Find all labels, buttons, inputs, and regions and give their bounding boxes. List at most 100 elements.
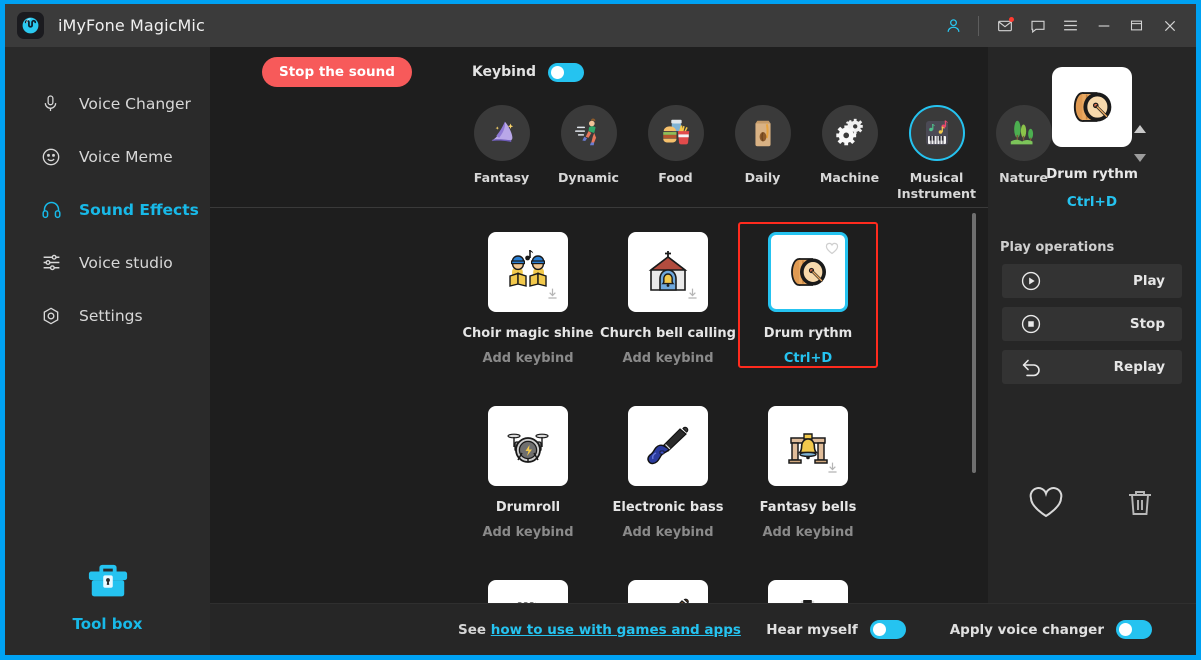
play-button[interactable]: Play (1002, 264, 1182, 298)
gears-icon (821, 105, 878, 161)
sidebar-item-voice-studio[interactable]: Voice studio (5, 236, 210, 289)
toolbox-icon (85, 561, 131, 607)
sidebar: Voice Changer Voice Meme Sound Effects V… (5, 47, 210, 655)
sound-name: Electronic bass (612, 500, 724, 515)
help-prefix: See (458, 621, 491, 638)
category-label: Nature (999, 170, 1048, 185)
category-scroll-arrows (1132, 119, 1148, 167)
play-label: Play (1132, 273, 1165, 289)
sound-card[interactable]: Guitar Add keybind (598, 570, 738, 603)
menu-icon[interactable] (1054, 11, 1087, 41)
hear-myself-label: Hear myself (766, 621, 858, 638)
heart-icon[interactable] (825, 240, 839, 259)
category-label: Musical Instrument (897, 170, 976, 201)
download-icon[interactable] (826, 459, 839, 478)
sound-card[interactable]: Drumroll Add keybind (458, 396, 598, 542)
piano-notes-icon (908, 105, 965, 161)
favorite-icon[interactable] (1028, 487, 1064, 523)
stop-the-sound-button[interactable]: Stop the sound (262, 57, 412, 87)
sound-name: Fantasy bells (759, 500, 857, 515)
keybind-toggle[interactable] (547, 62, 584, 82)
sound-card[interactable]: Grand brass fanfare Add keybind (458, 570, 598, 603)
sidebar-item-sound-effects[interactable]: Sound Effects (5, 183, 210, 236)
category-musical-instrument[interactable]: Musical Instrument (893, 105, 980, 201)
sound-card[interactable]: Church bell calling Add keybind (598, 222, 738, 368)
sound-keybind[interactable]: Add keybind (622, 351, 713, 366)
headphones-icon (41, 199, 67, 220)
category-label: Food (658, 170, 693, 185)
hear-myself-toggle[interactable] (869, 620, 906, 639)
category-label: Daily (744, 170, 781, 185)
category-label: Machine (819, 170, 880, 185)
sound-keybind[interactable]: Add keybind (762, 525, 853, 540)
title-bar: iMyFone MagicMic (5, 4, 1196, 47)
sliders-icon (41, 252, 67, 273)
play-operations-title: Play operations (1000, 240, 1115, 255)
sidebar-item-label: Settings (79, 306, 143, 325)
category-dynamic[interactable]: Dynamic (545, 105, 632, 186)
titlebar-controls (937, 11, 1186, 41)
feedback-icon[interactable] (1021, 11, 1054, 41)
chevron-down-icon[interactable] (1132, 148, 1148, 167)
sound-tile (768, 580, 848, 603)
delete-icon[interactable] (1124, 487, 1156, 523)
sound-name: Choir magic shine (462, 326, 594, 341)
sidebar-item-settings[interactable]: Settings (5, 289, 210, 342)
category-daily[interactable]: Daily (719, 105, 806, 186)
burger-fries-icon (647, 105, 704, 161)
chevron-up-icon[interactable] (1132, 119, 1148, 138)
toolbox-label: Tool box (72, 615, 143, 633)
apply-voice-changer-control: Apply voice changer (950, 620, 1152, 639)
microphone-icon (41, 94, 67, 113)
app-window-frame: iMyFone MagicMic Voice Changer Voice Mem… (0, 0, 1201, 660)
sound-keybind[interactable]: Add keybind (482, 525, 573, 540)
sound-card[interactable]: Choir magic shine Add keybind (458, 222, 598, 368)
sound-tile (628, 580, 708, 603)
sidebar-item-voice-meme[interactable]: Voice Meme (5, 130, 210, 183)
toolbox-button[interactable]: Tool box (5, 561, 210, 655)
sound-keybind[interactable]: Add keybind (482, 351, 573, 366)
apply-voice-changer-toggle[interactable] (1116, 620, 1152, 639)
maximize-icon[interactable] (1120, 11, 1153, 41)
app-title: iMyFone MagicMic (58, 16, 205, 35)
main-top: Stop the sound Keybind Fantasy Dynamic F… (210, 47, 1196, 603)
help-link[interactable]: how to use with games and apps (491, 622, 741, 638)
sound-grid-scrollbar[interactable] (972, 213, 976, 473)
category-fantasy[interactable]: Fantasy (458, 105, 545, 186)
category-machine[interactable]: Machine (806, 105, 893, 186)
sound-tile (488, 406, 568, 486)
sound-card[interactable]: Electronic bass Add keybind (598, 396, 738, 542)
category-label: Fantasy (473, 170, 530, 185)
stop-button[interactable]: Stop (1002, 307, 1182, 341)
mail-icon[interactable] (988, 11, 1021, 41)
sidebar-item-label: Voice Meme (79, 147, 173, 166)
magicmic-logo-icon (17, 12, 44, 39)
apply-voice-changer-label: Apply voice changer (949, 621, 1104, 638)
sound-tile (628, 406, 708, 486)
sidebar-item-label: Voice Changer (79, 94, 191, 113)
replay-button[interactable]: Replay (1002, 350, 1182, 384)
sound-keybind[interactable]: Add keybind (622, 525, 713, 540)
gear-hex-icon (41, 306, 67, 326)
hear-myself-control: Hear myself (766, 620, 906, 639)
sound-card-selected[interactable]: Drum rythm Ctrl+D (738, 222, 878, 368)
application-window: iMyFone MagicMic Voice Changer Voice Mem… (5, 4, 1196, 655)
mail-notification-dot (1009, 16, 1014, 22)
sound-keybind[interactable]: Ctrl+D (784, 351, 832, 366)
download-icon[interactable] (546, 285, 559, 304)
minimize-icon[interactable] (1087, 11, 1120, 41)
sound-grid-wrapper: Choir magic shine Add keybind Church bel… (210, 208, 988, 603)
replay-arrow-icon (1020, 355, 1044, 379)
category-food[interactable]: Food (632, 105, 719, 186)
sound-card[interactable]: Heavy Bass Add keybind (738, 570, 878, 603)
sound-card[interactable]: Fantasy bells Add keybind (738, 396, 878, 542)
close-icon[interactable] (1153, 11, 1186, 41)
sound-tile (628, 232, 708, 312)
sound-name: Drumroll (495, 500, 561, 515)
sidebar-item-voice-changer[interactable]: Voice Changer (5, 77, 210, 130)
download-icon[interactable] (686, 285, 699, 304)
category-nature[interactable]: Nature (980, 105, 1067, 186)
preview-actions (1028, 487, 1156, 603)
account-icon[interactable] (937, 11, 970, 41)
